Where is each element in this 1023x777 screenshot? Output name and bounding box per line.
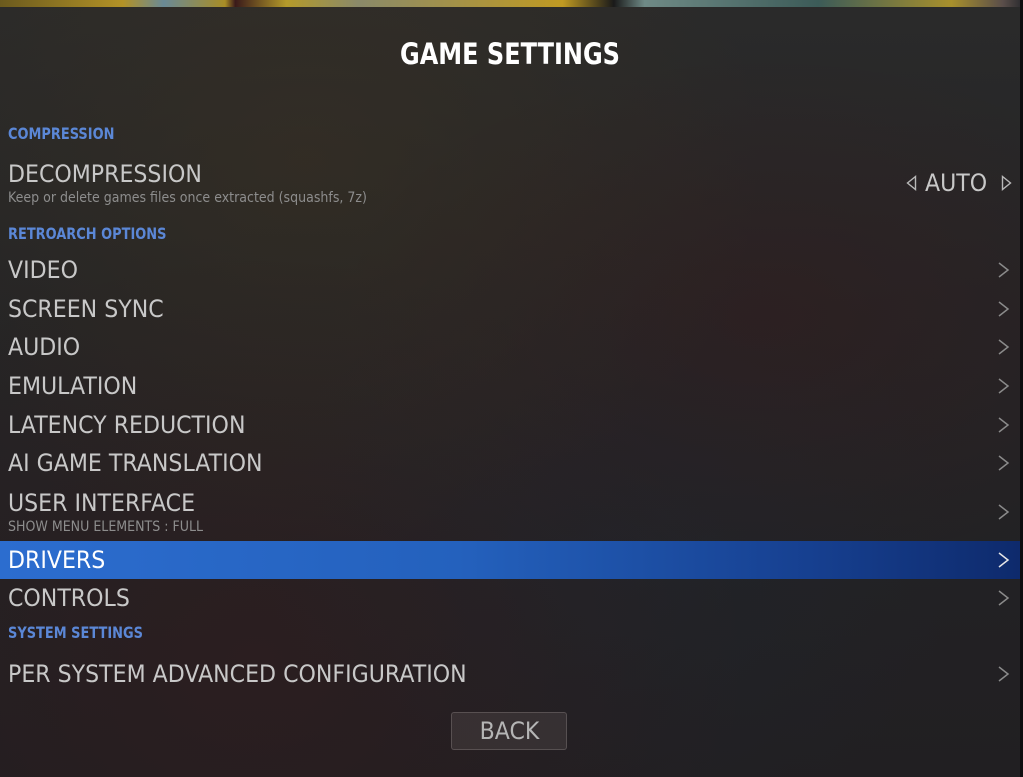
chevron-right-icon — [996, 415, 1012, 435]
chevron-right-icon — [996, 260, 1012, 280]
triangle-right-icon[interactable] — [1001, 175, 1012, 191]
chevron-right-icon — [996, 664, 1012, 684]
menu-item-label: LATENCY REDUCTION — [8, 410, 246, 439]
menu-item-description: SHOW MENU ELEMENTS : FULL — [8, 518, 204, 535]
menu-item-per-system-advanced-configuration[interactable]: PER SYSTEM ADVANCED CONFIGURATION — [0, 652, 1020, 696]
section-header-system-settings: SYSTEM SETTINGS — [0, 618, 1020, 652]
page-title: GAME SETTINGS — [400, 37, 620, 71]
chevron-right-icon — [996, 337, 1012, 357]
menu-item-label: USER INTERFACE — [8, 488, 196, 517]
section-header-compression: COMPRESSION — [0, 115, 1020, 151]
setting-description: Keep or delete games files once extracte… — [8, 190, 367, 206]
back-button[interactable]: BACK — [451, 712, 567, 750]
menu-item-label: AUDIO — [8, 333, 81, 362]
setting-decompression[interactable]: DECOMPRESSION Keep or delete games files… — [0, 151, 1020, 215]
chevron-right-icon — [996, 588, 1012, 608]
settings-panel: GAME SETTINGS COMPRESSION DECOMPRESSION … — [0, 7, 1020, 777]
menu-item-drivers[interactable]: DRIVERS — [0, 540, 1020, 580]
menu-item-controls[interactable]: CONTROLS — [0, 579, 1020, 618]
settings-list: COMPRESSION DECOMPRESSION Keep or delete… — [0, 115, 1020, 696]
section-title: COMPRESSION — [8, 124, 115, 143]
section-header-retroarch-options: RETROARCH OPTIONS — [0, 215, 1020, 251]
chevron-right-icon — [996, 376, 1012, 396]
menu-item-audio[interactable]: AUDIO — [0, 328, 1020, 367]
menu-item-label: CONTROLS — [8, 584, 130, 613]
menu-item-label: PER SYSTEM ADVANCED CONFIGURATION — [8, 659, 467, 688]
back-button-label: BACK — [479, 717, 539, 745]
decompression-value: AUTO — [925, 169, 988, 197]
menu-item-video[interactable]: VIDEO — [0, 251, 1020, 290]
chevron-right-icon — [996, 453, 1012, 473]
decompression-selector[interactable]: AUTO — [906, 169, 1012, 197]
menu-item-latency-reduction[interactable]: LATENCY REDUCTION — [0, 405, 1020, 444]
menu-item-user-interface[interactable]: USER INTERFACE SHOW MENU ELEMENTS : FULL — [0, 483, 1020, 541]
menu-item-emulation[interactable]: EMULATION — [0, 367, 1020, 406]
menu-item-label: VIDEO — [8, 256, 78, 285]
menu-item-ai-game-translation[interactable]: AI GAME TRANSLATION — [0, 444, 1020, 483]
section-title: RETROARCH OPTIONS — [8, 224, 167, 243]
section-title: SYSTEM SETTINGS — [8, 622, 143, 642]
setting-label: DECOMPRESSION — [8, 160, 202, 188]
chevron-right-icon — [996, 502, 1012, 522]
menu-item-screen-sync[interactable]: SCREEN SYNC — [0, 290, 1020, 329]
menu-item-label: AI GAME TRANSLATION — [8, 449, 263, 478]
triangle-left-icon[interactable] — [906, 175, 917, 191]
chevron-right-icon — [996, 550, 1012, 570]
menu-item-label: EMULATION — [8, 372, 138, 401]
menu-item-label: DRIVERS — [8, 545, 106, 574]
menu-item-label: SCREEN SYNC — [8, 294, 164, 323]
chevron-right-icon — [996, 299, 1012, 319]
